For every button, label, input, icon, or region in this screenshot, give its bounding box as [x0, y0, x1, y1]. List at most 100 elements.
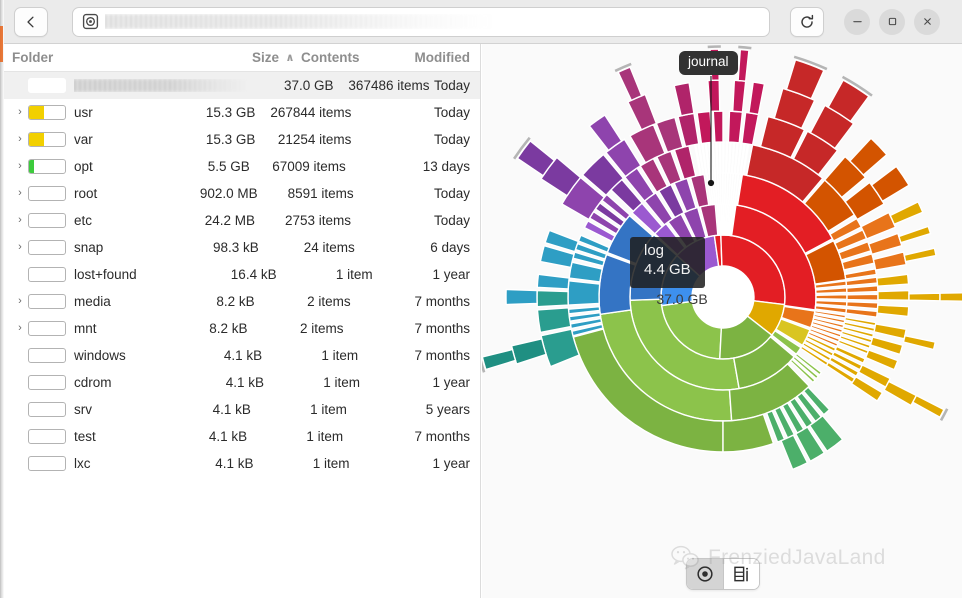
sunburst-segment[interactable]: [712, 110, 724, 143]
sunburst-segment[interactable]: [845, 284, 879, 294]
folder-modified: Today: [433, 78, 470, 93]
sunburst-segment[interactable]: [814, 287, 848, 295]
sunburst-segment[interactable]: [737, 48, 750, 82]
sunburst-segment[interactable]: [741, 111, 760, 146]
sunburst-segment[interactable]: [897, 225, 932, 244]
maximize-icon: [888, 17, 896, 26]
table-row[interactable]: › var 15.3 GB 21254 items Today: [4, 126, 480, 153]
sunburst-segment[interactable]: [748, 81, 766, 116]
folder-contents: 67009 items: [272, 159, 346, 174]
sunburst-segment[interactable]: [864, 349, 899, 371]
table-row[interactable]: lxc 4.1 kB 1 item 1 year: [4, 450, 480, 477]
sunburst-segment[interactable]: [723, 172, 727, 205]
close-button[interactable]: [914, 8, 940, 35]
table-row[interactable]: › etc 24.2 MB 2753 items Today: [4, 207, 480, 234]
expand-chevron-icon[interactable]: ›: [12, 242, 28, 253]
expand-chevron-icon[interactable]: ›: [12, 215, 28, 226]
folder-modified: 6 days: [430, 240, 470, 255]
folder-size: 24.2 MB: [204, 213, 255, 228]
sunburst-segment[interactable]: [903, 247, 937, 263]
table-row[interactable]: › mnt 8.2 kB 2 items 7 months: [4, 315, 480, 342]
expand-chevron-icon[interactable]: ›: [12, 161, 28, 172]
size-bar: [28, 294, 66, 309]
reload-button[interactable]: [790, 6, 824, 37]
back-button[interactable]: [14, 6, 48, 37]
sunburst-segment[interactable]: [873, 323, 907, 340]
table-row[interactable]: › opt 5.5 GB 67009 items 13 days: [4, 153, 480, 180]
column-header-contents[interactable]: Contents: [301, 50, 401, 65]
sunburst-segment[interactable]: [815, 294, 848, 300]
expand-chevron-icon[interactable]: ›: [12, 134, 28, 145]
table-row[interactable]: 37.0 GB 367486 items Today: [4, 72, 480, 99]
sunburst-segment[interactable]: [727, 141, 732, 174]
maximize-button[interactable]: [879, 8, 905, 35]
sunburst-segment[interactable]: [482, 348, 517, 371]
table-row[interactable]: › media 8.2 kB 2 items 7 months: [4, 288, 480, 315]
sunburst-segment[interactable]: [673, 81, 695, 117]
sunburst-segment[interactable]: [567, 280, 601, 306]
sunburst-segment[interactable]: [510, 338, 547, 365]
folder-name: opt: [74, 159, 93, 174]
sunburst-segment-journal[interactable]: [598, 253, 637, 316]
sunburst-segment[interactable]: [536, 289, 569, 308]
sunburst-segment[interactable]: [715, 141, 719, 174]
rings-view-button[interactable]: [687, 559, 723, 589]
sunburst-segment[interactable]: [876, 304, 910, 318]
sunburst-segment[interactable]: [877, 289, 910, 301]
sunburst-segment[interactable]: [536, 307, 572, 334]
table-row[interactable]: srv 4.1 kB 1 item 5 years: [4, 396, 480, 423]
expand-chevron-icon[interactable]: ›: [12, 188, 28, 199]
column-header-size[interactable]: Size: [217, 50, 279, 65]
sunburst-segment[interactable]: [725, 141, 729, 174]
sunburst-segment[interactable]: [720, 203, 723, 236]
minimize-button[interactable]: [844, 8, 870, 35]
folder-size: 16.4 kB: [230, 267, 277, 282]
folder-size: 15.3 GB: [205, 105, 256, 120]
sunburst-segment[interactable]: [876, 273, 910, 287]
sunburst-segment[interactable]: [731, 79, 747, 113]
sunburst-segment[interactable]: [883, 380, 918, 407]
expand-chevron-icon[interactable]: ›: [12, 107, 28, 118]
sunburst-segment[interactable]: [716, 172, 720, 205]
sunburst-segment[interactable]: [505, 288, 538, 306]
sunburst-segment[interactable]: [722, 141, 725, 174]
sunburst-segment[interactable]: [889, 200, 924, 226]
sunburst-segment[interactable]: [709, 48, 720, 82]
sunburst-segment[interactable]: [536, 273, 570, 290]
expand-chevron-icon[interactable]: ›: [12, 296, 28, 307]
sunburst-segment[interactable]: [617, 66, 643, 102]
folder-size: 37.0 GB: [283, 78, 334, 93]
sunburst-center-hole[interactable]: [692, 266, 754, 328]
sunburst-segment[interactable]: [719, 172, 722, 205]
treemap-view-button[interactable]: [723, 559, 759, 589]
sunburst-segment[interactable]: [845, 300, 879, 310]
sunburst-segment[interactable]: [814, 299, 848, 307]
sunburst-segment[interactable]: [911, 394, 945, 419]
sunburst-segment[interactable]: [707, 79, 721, 113]
path-bar[interactable]: [72, 6, 770, 37]
sunburst-segment[interactable]: [727, 110, 744, 144]
table-row[interactable]: › snap 98.3 kB 24 items 6 days: [4, 234, 480, 261]
sunburst-chart[interactable]: [482, 44, 962, 598]
sunburst-segment[interactable]: [846, 293, 879, 301]
sunburst-segment[interactable]: [845, 307, 879, 319]
table-row[interactable]: lost+found 16.4 kB 1 item 1 year: [4, 261, 480, 288]
table-row[interactable]: cdrom 4.1 kB 1 item 1 year: [4, 369, 480, 396]
sunburst-segment[interactable]: [718, 141, 722, 174]
size-bar: [28, 375, 66, 390]
column-header-modified[interactable]: Modified: [401, 50, 471, 65]
table-row[interactable]: › usr 15.3 GB 267844 items Today: [4, 99, 480, 126]
disk-usage-analyzer-window: Folder Size ∧ Contents Modified 37.0 GB 3…: [0, 0, 962, 598]
column-header-folder[interactable]: Folder: [12, 50, 217, 65]
sunburst-segment[interactable]: [696, 110, 713, 145]
sunburst-segment[interactable]: [939, 292, 962, 302]
table-row[interactable]: test 4.1 kB 1 item 7 months: [4, 423, 480, 450]
sunburst-segment[interactable]: [725, 172, 729, 205]
table-row[interactable]: › root 902.0 MB 8591 items Today: [4, 180, 480, 207]
sunburst-segment[interactable]: [872, 251, 907, 271]
folder-name: var: [74, 132, 93, 147]
table-row[interactable]: windows 4.1 kB 1 item 7 months: [4, 342, 480, 369]
sunburst-segment[interactable]: [908, 292, 941, 302]
expand-chevron-icon[interactable]: ›: [12, 323, 28, 334]
sunburst-segment[interactable]: [902, 334, 937, 351]
